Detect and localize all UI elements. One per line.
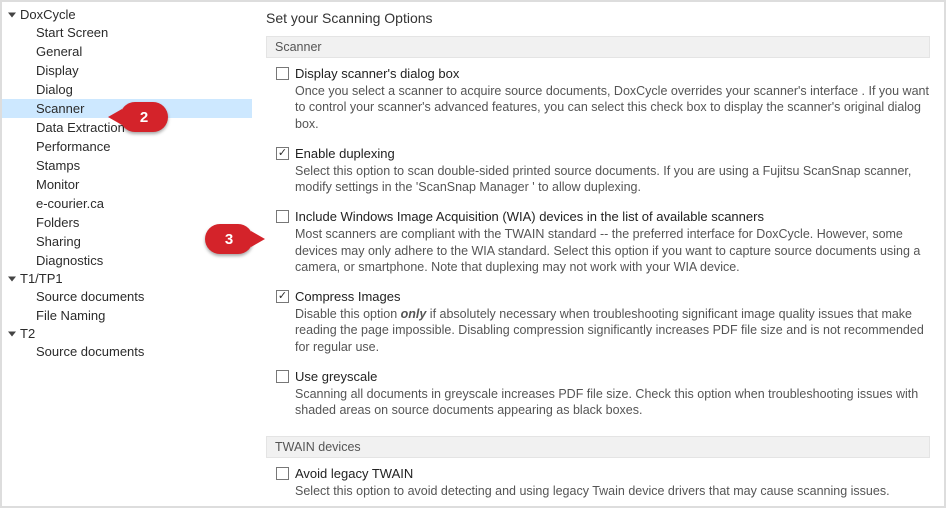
tree-item-monitor[interactable]: Monitor [2, 175, 252, 194]
tree-item-folders[interactable]: Folders [2, 213, 252, 232]
tree-item-label: Performance [36, 139, 110, 154]
tree-item-stamps[interactable]: Stamps [2, 156, 252, 175]
tree-item-e-courier-ca[interactable]: e-courier.ca [2, 194, 252, 213]
tree-item-label: Source documents [36, 344, 144, 359]
field-description: Select this option to avoid detecting an… [295, 483, 930, 499]
tree-item-label: Data Extraction [36, 120, 125, 135]
tree-group-t1-tp1[interactable]: T1/TP1 [2, 270, 252, 287]
field-description: Scanning all documents in greyscale incr… [295, 386, 930, 419]
field-label: Avoid legacy TWAIN [295, 466, 413, 481]
section-header: TWAIN devices [266, 436, 930, 458]
options-content: Set your Scanning Options Scanner Display… [252, 2, 944, 506]
tree-item-label: Stamps [36, 158, 80, 173]
field-avoid-legacy-twain: Avoid legacy TWAIN Select this option to … [266, 464, 930, 506]
field-label: Enable duplexing [295, 146, 395, 161]
tree-item-scanner[interactable]: Scanner [2, 99, 252, 118]
tree-group-label: T1/TP1 [20, 271, 63, 286]
field-description: Most scanners are compliant with the TWA… [295, 226, 930, 275]
tree-group-label: T2 [20, 326, 35, 341]
tree-item-label: Folders [36, 215, 79, 230]
checkbox-display-dialog[interactable] [276, 67, 289, 80]
field-enable-duplexing: ✓ Enable duplexing Select this option to s… [266, 144, 930, 208]
tree-item-data-extraction[interactable]: Data Extraction [2, 118, 252, 137]
tree-item-start-screen[interactable]: Start Screen [2, 23, 252, 42]
field-label: Compress Images [295, 289, 400, 304]
checkbox-compress-images[interactable]: ✓ [276, 290, 289, 303]
tree-item-label: Start Screen [36, 25, 108, 40]
field-label: Use greyscale [295, 369, 377, 384]
field-label: Include Windows Image Acquisition (WIA) … [295, 209, 764, 224]
tree-item-display[interactable]: Display [2, 61, 252, 80]
field-description: Select this option to scan double-sided … [295, 163, 930, 196]
tree-item-sharing[interactable]: Sharing [2, 232, 252, 251]
tree-item-general[interactable]: General [2, 42, 252, 61]
tree-item-label: Source documents [36, 289, 144, 304]
tree-group-t2[interactable]: T2 [2, 325, 252, 342]
tree-item-label: Scanner [36, 101, 84, 116]
tree-item-file-naming[interactable]: File Naming [2, 306, 252, 325]
field-compress-images: ✓ Compress Images Disable this option only… [266, 287, 930, 367]
tree-item-label: Sharing [36, 234, 81, 249]
checkbox-use-greyscale[interactable] [276, 370, 289, 383]
field-display-dialog: Display scanner's dialog box Once you sel… [266, 64, 930, 144]
field-description: Disable this option only if absolutely n… [295, 306, 930, 355]
tree-item-dialog[interactable]: Dialog [2, 80, 252, 99]
tree-item-label: Diagnostics [36, 253, 103, 268]
tree-item-diagnostics[interactable]: Diagnostics [2, 251, 252, 270]
tree-item-label: e-courier.ca [36, 196, 104, 211]
tree-item-label: General [36, 44, 82, 59]
field-description: Once you select a scanner to acquire sou… [295, 83, 930, 132]
field-label: Display scanner's dialog box [295, 66, 459, 81]
field-use-greyscale: Use greyscale Scanning all documents in g… [266, 367, 930, 431]
tree-item-label: Dialog [36, 82, 73, 97]
tree-item-label: Monitor [36, 177, 79, 192]
section-header: Scanner [266, 36, 930, 58]
page-title: Set your Scanning Options [266, 10, 930, 26]
section-twain-devices: TWAIN devices Avoid legacy TWAIN Select th… [266, 436, 930, 506]
tree-item-source-documents[interactable]: Source documents [2, 287, 252, 306]
checkbox-avoid-legacy-twain[interactable] [276, 467, 289, 480]
section-scanner: Scanner Display scanner's dialog box Once … [266, 36, 930, 430]
tree-item-label: File Naming [36, 308, 105, 323]
tree-item-label: Display [36, 63, 79, 78]
field-include-wia: Include Windows Image Acquisition (WIA) … [266, 207, 930, 287]
tree-group-label: DoxCycle [20, 7, 76, 22]
tree-item-source-documents[interactable]: Source documents [2, 342, 252, 361]
options-dialog: DoxCycle Start Screen General Display Dialog… [0, 0, 946, 508]
options-tree: DoxCycle Start Screen General Display Dialog… [2, 2, 252, 506]
tree-item-performance[interactable]: Performance [2, 137, 252, 156]
checkbox-include-wia[interactable] [276, 210, 289, 223]
checkbox-enable-duplexing[interactable]: ✓ [276, 147, 289, 160]
tree-group-doxcycle[interactable]: DoxCycle [2, 6, 252, 23]
